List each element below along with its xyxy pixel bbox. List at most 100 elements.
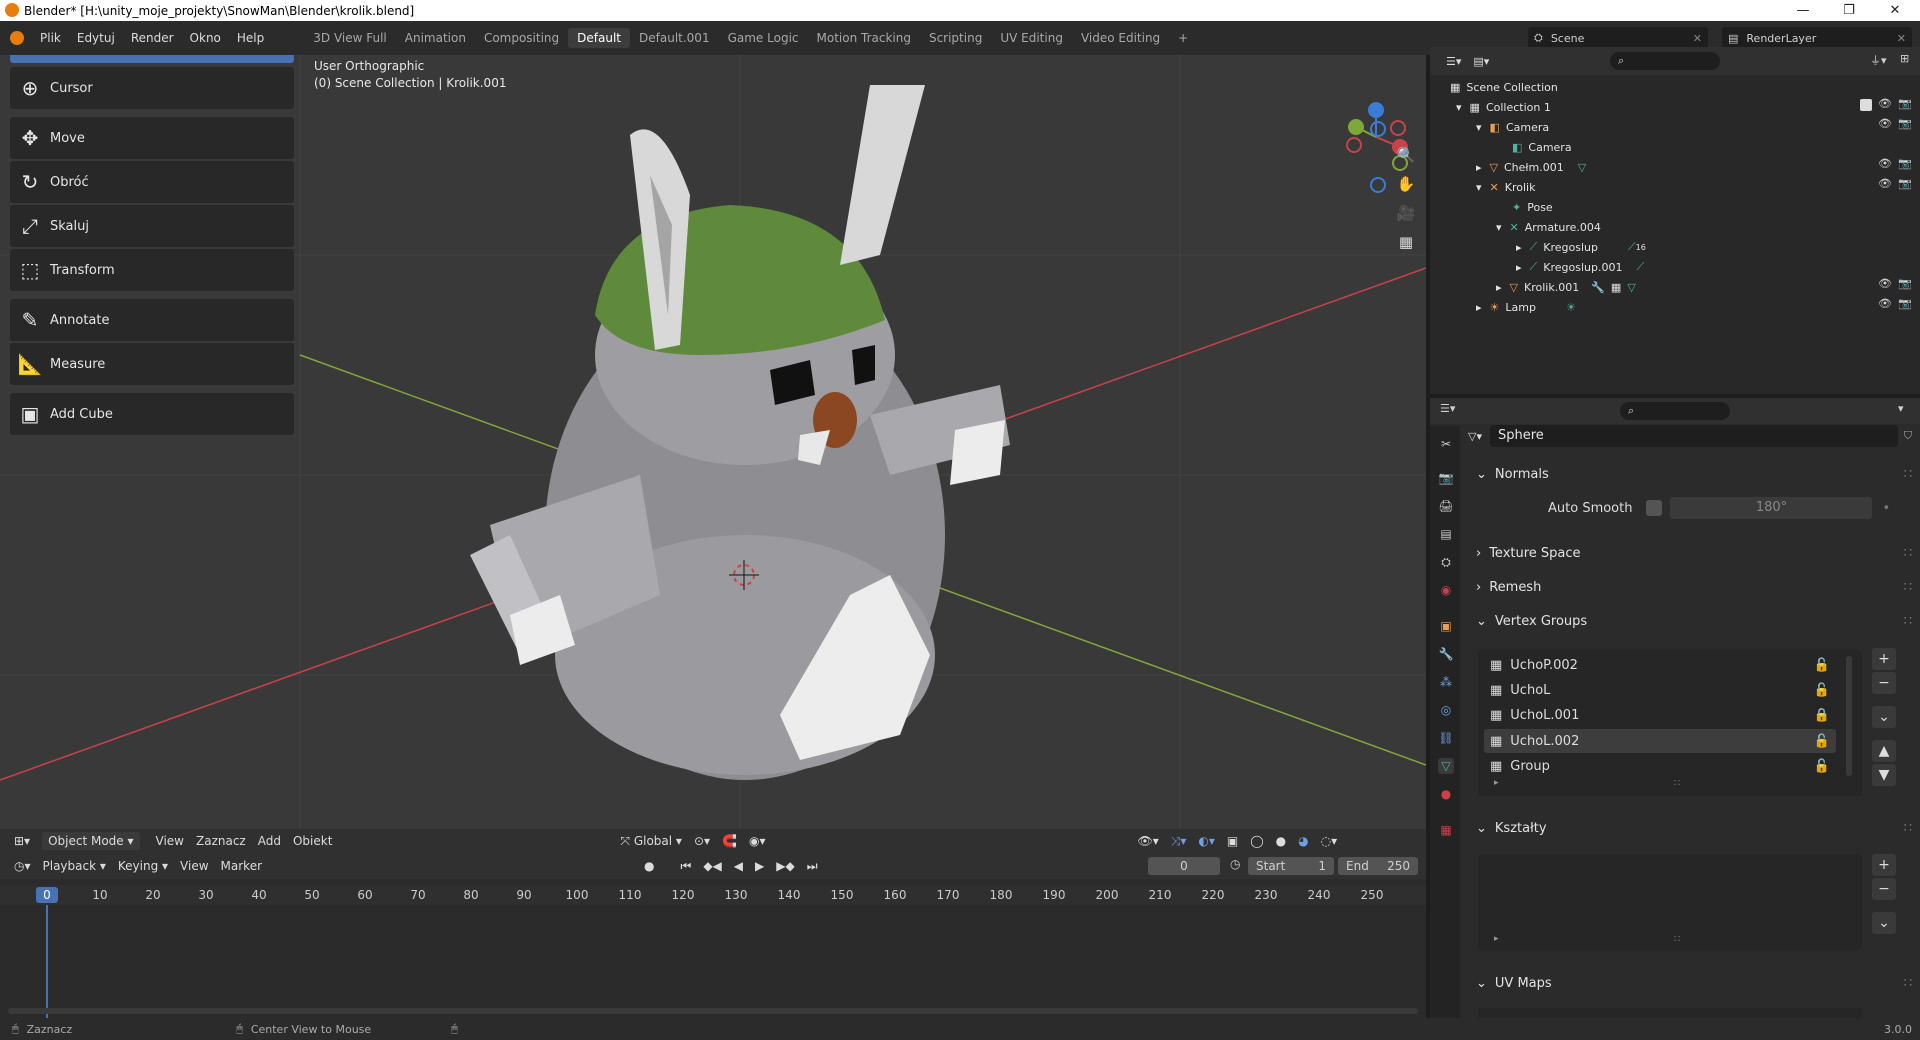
panel-vertex-groups[interactable]: ⌄ Vertex Groups ∷ [1468,607,1912,635]
world-tab-icon[interactable]: ◉ [1438,582,1454,598]
shading-solid-icon[interactable]: ● [1270,832,1292,850]
vertex-group-row[interactable]: ▦ UchoL 🔓 [1484,678,1836,702]
unlock-icon[interactable]: 🔓 [1814,734,1830,749]
tool-cursor[interactable]: ⊕ Cursor [10,67,294,109]
outliner-row-camera-data[interactable]: ◧ Camera [1512,137,1572,157]
eye-icon[interactable]: 👁 [1878,177,1892,190]
tab-animation[interactable]: Animation [396,28,475,48]
scene-selector[interactable]: ⛭ Scene ✕ [1528,27,1708,49]
render-camera-icon[interactable]: 📷 [1898,117,1912,130]
output-tab-icon[interactable]: 🖨 [1438,498,1454,514]
move-up-button[interactable]: ▲ [1872,740,1896,762]
overlay-icon[interactable]: ◐▾ [1192,832,1221,850]
fake-user-shield-icon[interactable]: ⛉ [1904,429,1912,443]
eye-icon[interactable]: 👁 [1878,117,1892,130]
xray-icon[interactable]: ▣ [1221,832,1244,850]
outliner-row-krolik[interactable]: ▾ ✕ Krolik [1476,177,1535,197]
outliner-row-kregoslup[interactable]: ▸ ⟋ Kregoslup ⟋ 16 [1516,237,1646,257]
tool-transform[interactable]: ⬚ Transform [10,249,294,291]
eye-icon[interactable]: 👁 [1878,157,1892,170]
list-resize-grip-icon[interactable]: ∷ [1674,934,1680,945]
texture-tab-icon[interactable]: ▦ [1438,822,1454,838]
close-icon[interactable]: ✕ [1872,0,1918,21]
menu-keying[interactable]: Keying ▾ [112,857,174,875]
record-icon[interactable]: ● [638,857,660,875]
play-reverse-icon[interactable]: ◀ [728,857,749,875]
scene-tab-icon[interactable]: ⛭ [1438,554,1454,570]
timeline-editor-type-icon[interactable]: ◷▾ [8,857,37,875]
blender-menu-icon[interactable] [10,31,24,45]
properties-search-input[interactable]: ⌕ [1620,402,1730,420]
exclude-checkbox[interactable] [1860,99,1872,111]
unlock-icon[interactable]: 🔓 [1814,658,1830,673]
eye-icon[interactable]: 👁 [1878,97,1892,110]
tool-move[interactable]: ✥ Move [10,117,294,159]
outliner-row-camera[interactable]: ▾ ◧ Camera [1476,117,1549,137]
prev-keyframe-icon[interactable]: ◆◀ [697,857,727,875]
menu-render[interactable]: Render [123,31,182,45]
panel-texture-space[interactable]: › Texture Space ∷ [1468,539,1912,567]
uv-maps-list[interactable] [1478,1008,1862,1018]
play-icon[interactable]: ▶ [749,857,770,875]
auto-smooth-checkbox[interactable] [1646,500,1663,516]
shading-wireframe-icon[interactable]: ◯ [1244,832,1269,850]
current-frame-field[interactable]: 0 [1148,857,1220,875]
auto-smooth-angle-field[interactable]: 180° [1670,497,1873,519]
vertex-groups-scrollbar[interactable] [1846,656,1852,776]
tool-rotate[interactable]: ↻ Obróć [10,161,294,203]
render-camera-icon[interactable]: 📷 [1898,177,1912,190]
tab-uv-editing[interactable]: UV Editing [991,28,1072,48]
add-workspace-button[interactable]: + [1169,28,1197,48]
editor-type-icon[interactable]: ⊞▾ [8,832,36,850]
shape-key-specials-button[interactable]: ⌄ [1872,912,1896,934]
menu-playback[interactable]: Playback ▾ [37,857,112,875]
tab-motion-tracking[interactable]: Motion Tracking [808,28,920,48]
tab-video-editing[interactable]: Video Editing [1072,28,1169,48]
tool-measure[interactable]: 📐 Measure [10,343,294,385]
menu-object[interactable]: Obiekt [287,832,338,850]
jump-end-icon[interactable]: ⏭ [801,857,824,876]
zoom-icon[interactable]: 🔍 [1392,141,1420,169]
outliner-row-armature[interactable]: ▾ ✕ Armature.004 [1496,217,1601,237]
outliner-search-input[interactable]: ⌕ [1610,52,1720,70]
new-collection-icon[interactable]: ⊞ [1900,52,1909,65]
filter-icon[interactable]: ⏚▾ [1870,52,1887,68]
menu-edit[interactable]: Edytuj [69,31,123,45]
move-down-button[interactable]: ▼ [1872,764,1896,786]
tool-annotate[interactable]: ✎ Annotate [10,299,294,341]
outliner-row-chelm[interactable]: ▸ ▽ Chełm.001 ▽ [1476,157,1586,177]
object-tab-icon[interactable]: ▣ [1438,618,1454,634]
pivot-icon[interactable]: ⊙▾ [688,832,716,850]
tab-default-001[interactable]: Default.001 [630,28,719,48]
tab-3d-view-full[interactable]: 3D View Full [304,28,396,48]
material-tab-icon[interactable]: ● [1438,786,1454,802]
remove-shape-key-button[interactable]: − [1872,878,1896,900]
lock-icon[interactable]: 🔒 [1814,708,1830,723]
tab-game-logic[interactable]: Game Logic [719,28,808,48]
jump-start-icon[interactable]: ⏮ [675,857,698,876]
menu-window[interactable]: Okno [182,31,229,45]
minimize-icon[interactable]: — [1780,0,1826,21]
add-shape-key-button[interactable]: + [1872,854,1896,876]
shading-material-icon[interactable]: ◕ [1292,832,1314,850]
eye-icon[interactable]: 👁 [1878,277,1892,290]
modifiers-tab-icon[interactable]: 🔧 [1438,646,1454,662]
unlock-icon[interactable]: 🔓 [1814,759,1830,774]
view-layer-tab-icon[interactable]: ▤ [1438,526,1454,542]
data-block-name[interactable]: Sphere [1489,425,1898,447]
vertex-group-row[interactable]: ▦ Group 🔓 [1484,754,1836,778]
tab-default[interactable]: Default [568,28,631,48]
mesh-data-icon[interactable]: ▽▾ [1468,430,1482,443]
menu-marker[interactable]: Marker [215,857,268,875]
panel-remesh[interactable]: › Remesh ∷ [1468,573,1912,601]
list-resize-grip-icon[interactable]: ∷ [1674,778,1680,789]
tool-tab-icon[interactable]: ✂ [1438,436,1454,452]
tab-scripting[interactable]: Scripting [920,28,991,48]
end-frame-field[interactable]: End 250 [1338,857,1418,875]
render-layer-selector[interactable]: ▤ RenderLayer ✕ [1722,27,1912,49]
vertex-group-row[interactable]: ▦ UchoL.001 🔒 [1484,703,1836,727]
panel-normals[interactable]: ⌄ Normals ∷ [1468,460,1912,488]
shading-rendered-icon[interactable]: ◌▾ [1315,832,1344,850]
ortho-grid-icon[interactable]: ▦ [1392,228,1420,256]
menu-view[interactable]: View [150,832,190,850]
